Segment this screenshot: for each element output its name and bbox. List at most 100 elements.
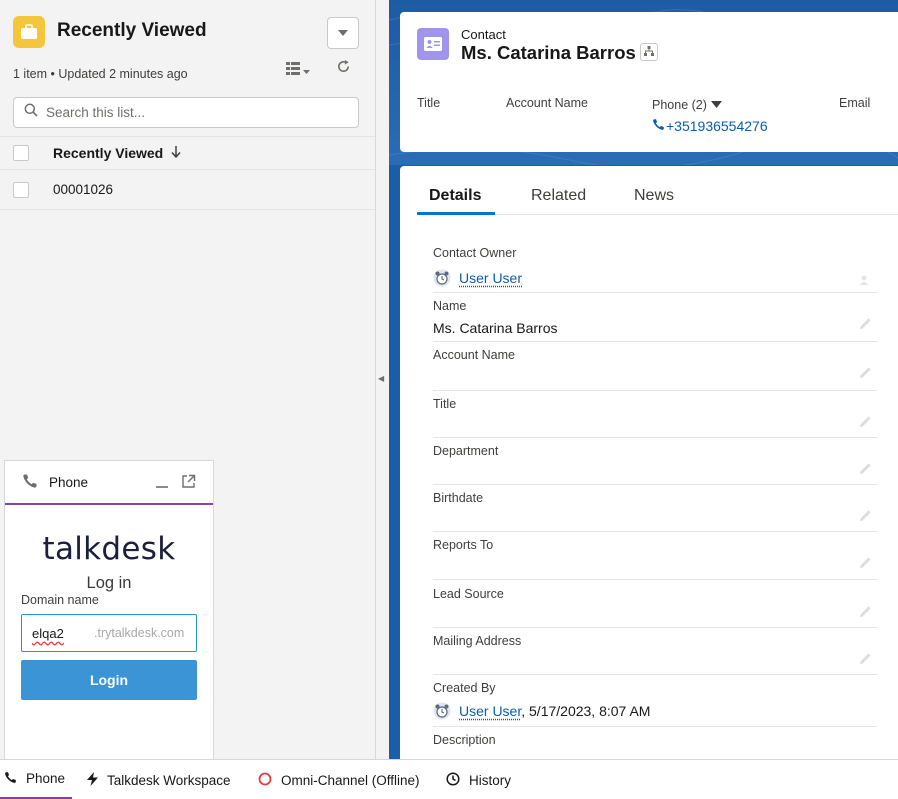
chevron-down-icon <box>710 98 722 112</box>
tab-details[interactable]: Details <box>429 187 481 205</box>
pencil-icon[interactable] <box>859 509 873 523</box>
domain-name-label: Domain name <box>21 593 99 607</box>
field-label: Contact Owner <box>433 246 517 260</box>
row-checkbox[interactable] <box>13 181 29 198</box>
tab-news[interactable]: News <box>634 187 674 205</box>
utility-item-phone[interactable]: Phone <box>0 760 72 799</box>
field-value: User User <box>433 269 522 287</box>
phone-icon <box>652 118 665 134</box>
utility-item-label: Phone <box>26 771 66 786</box>
table-cell-name[interactable]: 00001026 <box>53 182 113 197</box>
login-title: Log in <box>86 574 132 592</box>
highlight-email-label: Email <box>839 96 871 110</box>
pencil-icon[interactable] <box>859 462 873 476</box>
list-view-title: Recently Viewed <box>57 20 207 41</box>
talkdesk-logo: talkdesk <box>42 531 176 567</box>
created-by-link[interactable]: User User <box>459 703 521 719</box>
field-lead-source: Lead Source <box>433 580 877 628</box>
field-label: Account Name <box>433 348 515 362</box>
hierarchy-button[interactable] <box>640 43 658 61</box>
table-row[interactable]: 00001026 <box>0 169 375 210</box>
table-header-row: Recently Viewed <box>0 136 375 170</box>
list-view-meta: 1 item • Updated 2 minutes ago <box>13 67 188 81</box>
field-label: Title <box>433 397 457 411</box>
popout-icon[interactable] <box>181 474 196 494</box>
highlight-phone-label[interactable]: Phone (2) <box>652 98 722 112</box>
utility-item-label: Omni-Channel (Offline) <box>281 772 420 788</box>
tab-related[interactable]: Related <box>531 187 586 205</box>
field-contact-owner: Contact Owner User User <box>433 244 877 293</box>
field-title: Title <box>433 391 877 438</box>
list-view-pane: Recently Viewed 1 item • Updated 2 minut… <box>0 0 376 759</box>
phone-label-text: Phone (2) <box>652 98 707 112</box>
briefcase-icon <box>13 16 45 48</box>
record-highlights-panel: Contact Ms. Catarina Barros Title Accoun… <box>400 12 898 152</box>
highlight-title-label: Title <box>417 96 441 110</box>
field-label: Description <box>433 733 496 747</box>
field-department: Department <box>433 438 877 485</box>
minimize-icon[interactable] <box>155 475 169 489</box>
field-label: Mailing Address <box>433 634 522 648</box>
avatar-icon <box>433 702 451 720</box>
highlight-account-label: Account Name <box>506 96 588 110</box>
search-list-input[interactable] <box>46 105 336 120</box>
pencil-icon[interactable] <box>859 605 873 619</box>
login-button[interactable]: Login <box>21 660 197 700</box>
field-value: Ms. Catarina Barros <box>433 320 558 336</box>
pencil-icon[interactable] <box>859 556 873 570</box>
list-view-picker-button[interactable] <box>327 17 359 49</box>
phone-icon <box>22 473 38 494</box>
search-list-field[interactable] <box>13 97 359 128</box>
record-type-label: Contact <box>461 27 506 42</box>
field-mailing-address: Mailing Address <box>433 628 877 675</box>
chevron-down-icon <box>303 62 310 80</box>
refresh-button[interactable] <box>333 59 353 79</box>
field-label: Lead Source <box>433 587 504 601</box>
change-owner-icon[interactable] <box>859 273 873 287</box>
domain-suffix: .trytalkdesk.com <box>94 626 185 640</box>
highlight-phone-link[interactable]: +351936554276 <box>652 118 768 134</box>
field-account-name: Account Name <box>433 342 877 391</box>
list-view-header: Recently Viewed 1 item • Updated 2 minut… <box>0 0 375 137</box>
pane-collapse-handle[interactable]: ◀ <box>378 374 384 383</box>
record-tabs: Details Related News <box>417 166 898 215</box>
column-header-recently-viewed[interactable]: Recently Viewed <box>53 145 181 161</box>
pencil-icon[interactable] <box>859 415 873 429</box>
created-by-date: , 5/17/2023, 8:07 AM <box>521 703 651 719</box>
utility-item-history[interactable]: History <box>446 760 511 799</box>
search-icon <box>24 103 38 122</box>
phone-icon <box>4 771 17 787</box>
owner-link[interactable]: User User <box>459 270 522 286</box>
lightning-icon <box>87 771 98 789</box>
contact-card-icon <box>417 28 449 60</box>
select-all-checkbox[interactable] <box>13 145 29 161</box>
hierarchy-icon <box>644 43 654 61</box>
pencil-icon[interactable] <box>859 366 873 380</box>
domain-name-value[interactable]: elqa2 <box>32 626 64 641</box>
field-birthdate: Birthdate <box>433 485 877 532</box>
utility-item-label: Talkdesk Workspace <box>107 772 231 788</box>
domain-name-field[interactable]: elqa2 .trytalkdesk.com <box>21 614 197 652</box>
phone-panel-header: Phone <box>5 461 213 505</box>
omni-status-icon <box>258 772 272 789</box>
pencil-icon[interactable] <box>859 317 873 331</box>
record-detail-card: Details Related News Contact Owner User … <box>400 166 898 759</box>
record-title: Ms. Catarina Barros <box>461 42 636 63</box>
field-created-by: Created By User User, 5/17/2023, 8:07 AM <box>433 675 877 727</box>
refresh-icon <box>336 59 351 79</box>
pencil-icon[interactable] <box>859 652 873 666</box>
field-reports-to: Reports To <box>433 532 877 580</box>
utility-bar: Phone Talkdesk Workspace Omni-Channel (O… <box>0 759 898 799</box>
field-name: Name Ms. Catarina Barros <box>433 293 877 342</box>
utility-item-omni-channel[interactable]: Omni-Channel (Offline) <box>258 760 420 799</box>
field-label: Name <box>433 299 467 313</box>
avatar-icon <box>433 269 451 287</box>
active-tab-indicator <box>417 212 495 215</box>
arrow-down-icon <box>171 145 181 161</box>
phone-number-text[interactable]: +351936554276 <box>666 118 768 134</box>
list-view-table: Recently Viewed 00001026 <box>0 136 375 210</box>
utility-item-talkdesk-workspace[interactable]: Talkdesk Workspace <box>87 760 231 799</box>
display-as-button[interactable] <box>286 61 316 81</box>
clock-icon <box>446 771 460 789</box>
table-display-icon <box>286 62 300 80</box>
